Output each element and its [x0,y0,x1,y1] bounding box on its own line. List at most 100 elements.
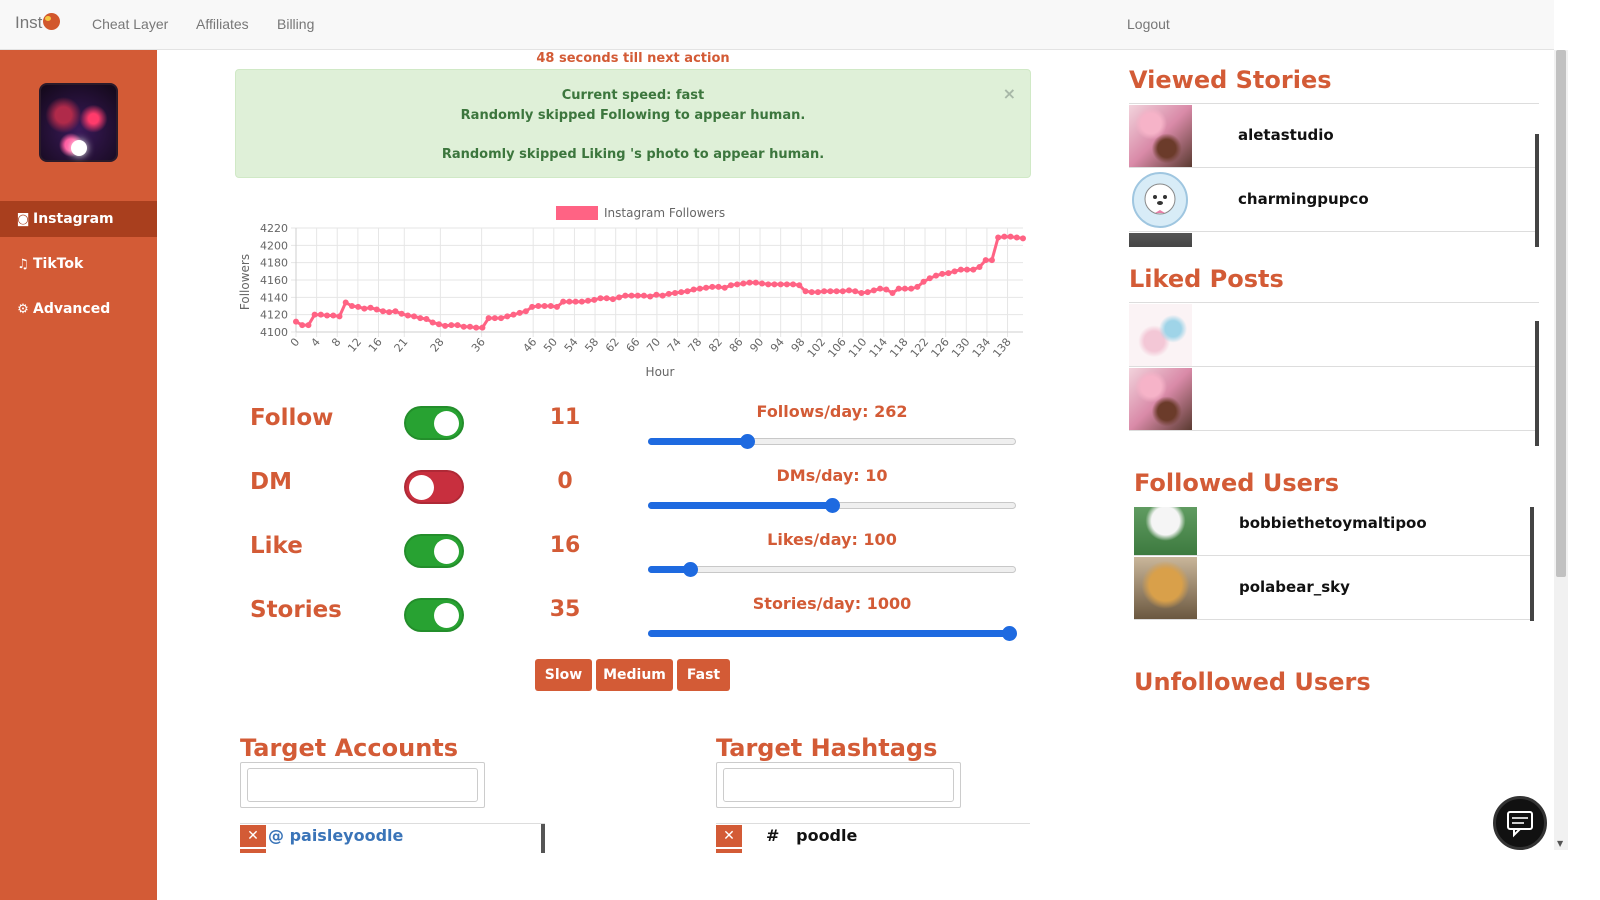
scrollbar-thumb[interactable] [1556,50,1566,577]
chart-point [603,295,610,302]
target-hashtags-title: Target Hashtags [716,734,938,762]
slider-thumb[interactable] [740,434,756,449]
remove-hashtag-button[interactable]: ✕ [716,825,742,847]
list-item[interactable]: aletastudio [1129,104,1539,168]
story-username[interactable]: aletastudio [1238,126,1334,144]
list-item[interactable]: polabear_sky [1134,556,1534,620]
chart-point [659,292,666,299]
chart-point [759,280,766,287]
list-item[interactable] [1129,232,1539,247]
target-accounts-input[interactable] [247,768,478,802]
speed-slow-button[interactable]: Slow [535,659,592,691]
dm-toggle[interactable] [404,470,464,504]
rate-label: Follows/day: 262 [756,402,908,421]
chart-point [908,285,915,292]
target-hashtags-input[interactable] [723,768,954,802]
nav-link-billing[interactable]: Billing [277,16,314,32]
close-icon[interactable]: × [1003,84,1016,104]
chart-point [516,309,523,316]
list-item[interactable] [1134,620,1534,621]
like-toggle[interactable] [404,534,464,568]
list-item[interactable]: bobbiethetoymaltipoo [1134,507,1534,556]
list-item[interactable]: charmingpupco [1129,168,1539,232]
scrollbar[interactable] [1535,134,1539,247]
story-thumbnail [1129,169,1192,231]
avatar[interactable] [39,83,118,162]
list-item[interactable] [1129,303,1539,367]
chart-point [1013,234,1020,241]
scroll-down-arrow-icon[interactable]: ▼ [1557,839,1563,848]
chart-point [535,303,542,309]
chart-legend-label: Instagram Followers [604,206,725,220]
chart-point [609,296,616,303]
chart-point [628,292,635,299]
chart-point [448,322,455,329]
slider-thumb[interactable] [1001,626,1017,641]
sidebar-item-tiktok[interactable]: ♫ TikTok [0,246,157,282]
chart-x-tick-label: 70 [644,336,663,355]
chart-y-tick-label: 4140 [260,291,288,304]
nav-link-affiliates[interactable]: Affiliates [196,16,249,32]
chart-x-tick-label: 36 [469,336,488,355]
alert-skip-follow-text: Randomly skipped Following to appear hum… [460,108,806,123]
dm-rate-slider[interactable] [648,496,1016,514]
nav-link-cheat-layer[interactable]: Cheat Layer [92,16,168,32]
target-accounts-list: ✕ @ paisleyoodle [240,823,545,853]
speed-medium-button[interactable]: Medium [596,659,673,691]
remove-hashtag-button[interactable] [716,849,742,853]
followed-username[interactable]: polabear_sky [1239,578,1350,596]
chart-point [1007,233,1014,240]
toggle-knob [434,603,459,628]
chart-point [348,303,355,309]
stories-toggle[interactable] [404,598,464,632]
chart-point [479,324,486,331]
remove-account-button[interactable]: ✕ [240,825,266,847]
followed-username[interactable]: bobbiethetoymaltipoo [1239,514,1427,532]
chart-x-tick-label: 54 [562,336,581,355]
sidebar-item-advanced[interactable]: ⚙ Advanced [0,291,157,327]
chart-point [311,311,318,318]
control-label: Stories [250,597,342,623]
target-accounts-input-wrap [240,762,485,808]
follow-toggle[interactable] [404,406,464,440]
stories-rate-slider[interactable] [648,624,1017,642]
chart-point [616,294,623,301]
chat-button[interactable] [1493,796,1547,850]
toggle-knob [409,475,434,500]
story-username[interactable]: charmingpupco [1238,190,1369,208]
target-account-item[interactable]: @ paisleyoodle [268,826,403,845]
list-item[interactable] [1129,367,1539,431]
chart-x-tick-label: 0 [288,336,302,350]
slider-thumb[interactable] [683,562,699,577]
follow-rate-slider[interactable] [648,432,1016,450]
page-scrollbar[interactable]: ▼ [1554,50,1568,850]
chart-legend-swatch[interactable] [556,206,598,220]
chart-point [305,322,312,329]
brand-logo[interactable]: Inst [15,13,61,33]
speed-fast-button[interactable]: Fast [677,659,730,691]
chart-point [970,266,977,273]
chart-x-axis-label: Hour [646,365,675,379]
remove-account-button[interactable] [240,849,266,853]
chart-x-tick-label: 110 [846,336,869,360]
chart-point [578,298,585,305]
sidebar-item-instagram[interactable]: ◙ Instagram [0,201,157,237]
brand-dot-icon [43,13,61,30]
target-hashtag-item[interactable]: # poodle [766,826,857,845]
user-thumbnail [1134,557,1197,619]
logout-link[interactable]: Logout [1127,16,1170,32]
list-item[interactable] [1129,431,1539,446]
slider-thumb[interactable] [825,498,840,513]
scrollbar[interactable] [1535,321,1539,446]
chart-point [926,275,933,282]
scrollbar[interactable] [541,824,545,853]
camera-icon: ◙ [16,212,30,227]
music-note-icon: ♫ [17,257,29,272]
chart-x-tick-label: 28 [428,336,447,355]
sidebar: ◙ Instagram ♫ TikTok ⚙ Advanced [0,50,157,900]
chart-point [802,288,809,295]
like-rate-slider[interactable] [648,560,1016,578]
chart-point [454,322,461,329]
scrollbar[interactable] [1530,507,1534,621]
chart-point [560,298,567,305]
